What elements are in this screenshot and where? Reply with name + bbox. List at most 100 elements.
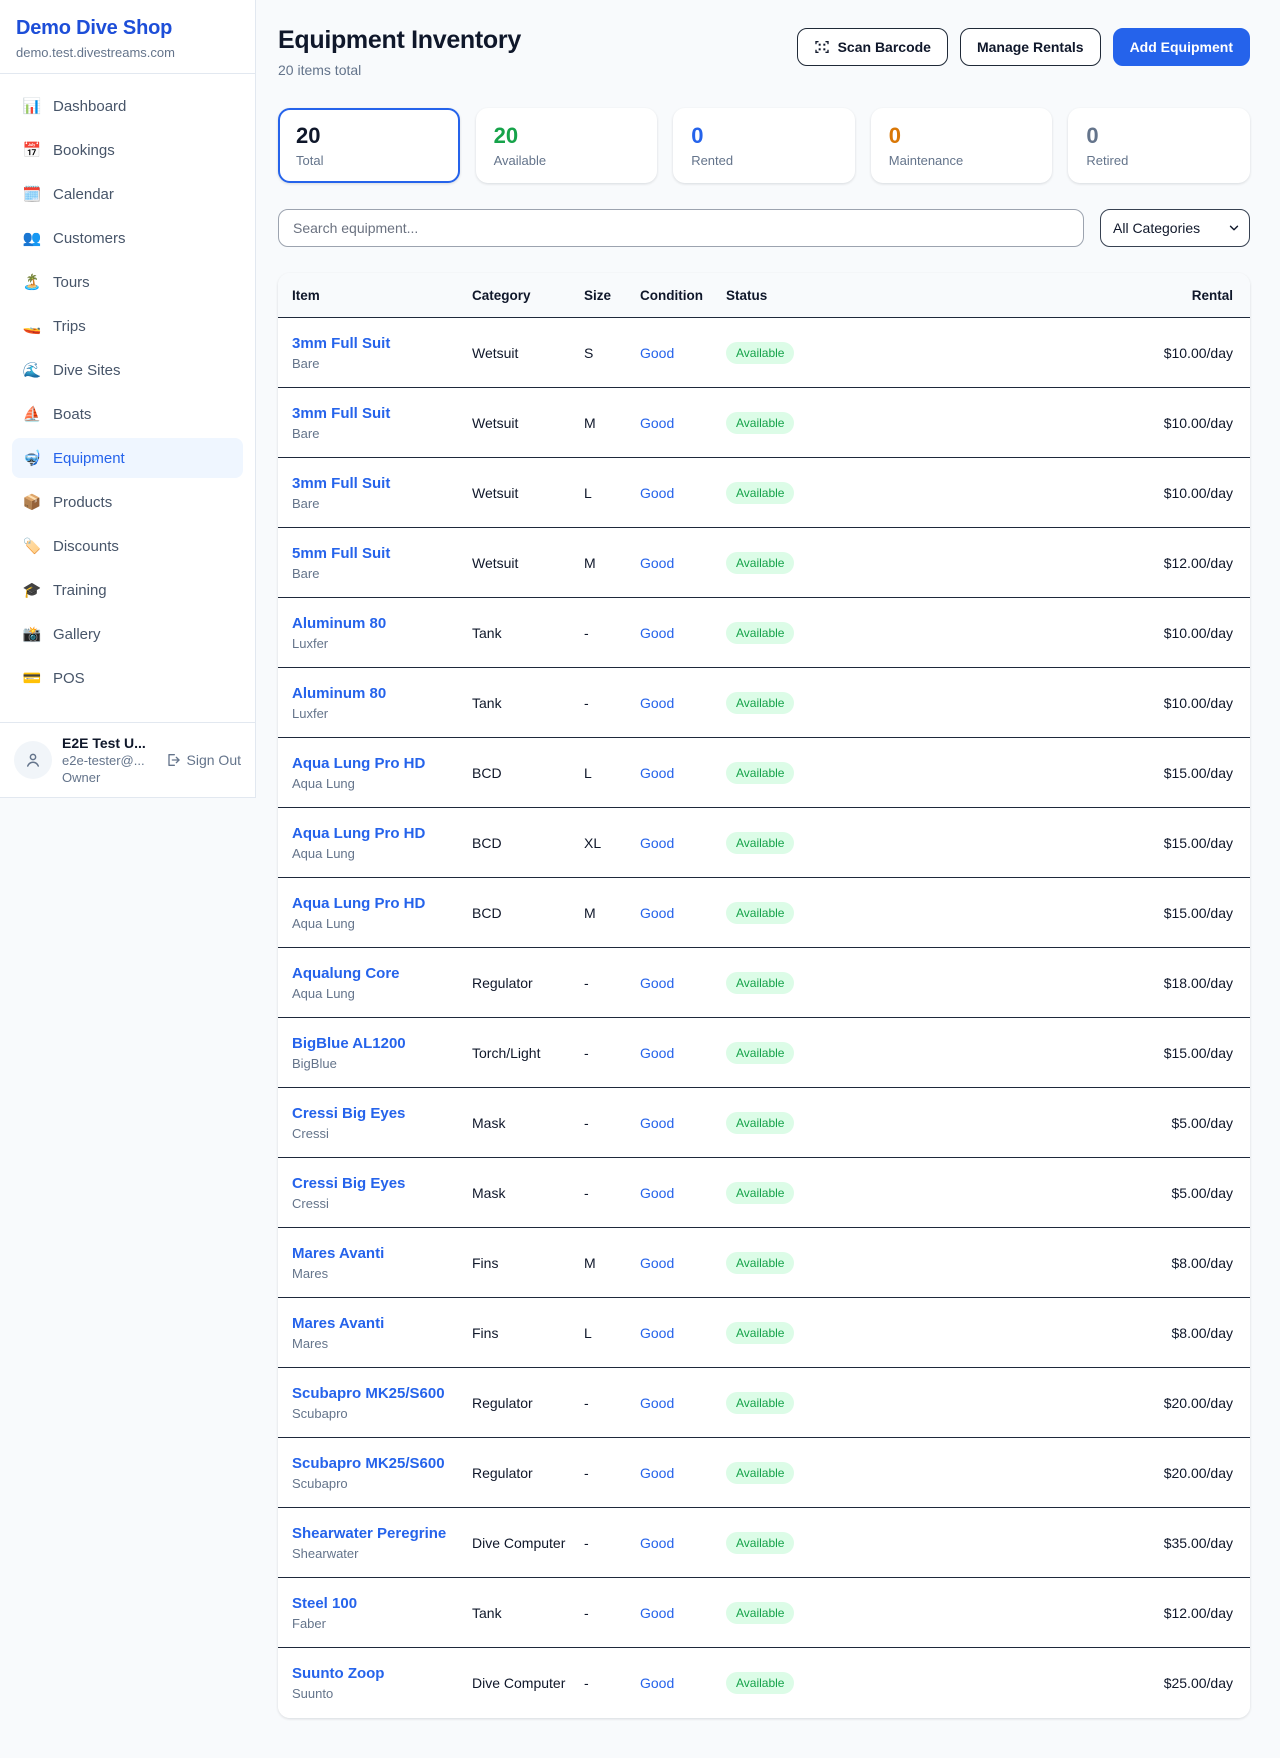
item-size: L [584, 485, 640, 501]
item-condition-link[interactable]: Good [640, 1535, 674, 1551]
item-size: M [584, 415, 640, 431]
table-row[interactable]: BigBlue AL1200 BigBlue Torch/Light - Goo… [278, 1018, 1250, 1088]
item-name-link[interactable]: Aluminum 80 [292, 615, 386, 632]
item-condition-link[interactable]: Good [640, 1395, 674, 1411]
table-row[interactable]: Mares Avanti Mares Fins L Good Available… [278, 1298, 1250, 1368]
table-row[interactable]: Aqua Lung Pro HD Aqua Lung BCD M Good Av… [278, 878, 1250, 948]
add-equipment-button[interactable]: Add Equipment [1113, 28, 1250, 66]
item-condition-link[interactable]: Good [640, 1185, 674, 1201]
item-rental: $8.00/day [1103, 1325, 1233, 1341]
sidebar-item[interactable]: 🚤 Trips [12, 306, 243, 346]
item-name-link[interactable]: Scubapro MK25/S600 [292, 1455, 445, 1472]
item-name-link[interactable]: Aqua Lung Pro HD [292, 895, 425, 912]
item-cell: BigBlue AL1200 BigBlue [292, 1035, 472, 1071]
sidebar-item[interactable]: 💳 POS [12, 658, 243, 698]
sidebar-item[interactable]: 🏝️ Tours [12, 262, 243, 302]
table-row[interactable]: Aqua Lung Pro HD Aqua Lung BCD L Good Av… [278, 738, 1250, 808]
item-name-link[interactable]: Mares Avanti [292, 1245, 384, 1262]
item-name-link[interactable]: 5mm Full Suit [292, 545, 390, 562]
item-name-link[interactable]: Cressi Big Eyes [292, 1105, 405, 1122]
item-condition-link[interactable]: Good [640, 765, 674, 781]
sidebar-item[interactable]: 📅 Bookings [12, 130, 243, 170]
item-size: - [584, 1185, 640, 1201]
item-name-link[interactable]: Suunto Zoop [292, 1665, 384, 1682]
stat-card[interactable]: 0 Rented [673, 108, 855, 183]
table-row[interactable]: Aluminum 80 Luxfer Tank - Good Available… [278, 668, 1250, 738]
table-row[interactable]: Aqualung Core Aqua Lung Regulator - Good… [278, 948, 1250, 1018]
item-rental: $5.00/day [1103, 1185, 1233, 1201]
scan-barcode-button[interactable]: Scan Barcode [797, 28, 948, 66]
item-brand: Aqua Lung [292, 986, 472, 1001]
item-condition-link[interactable]: Good [640, 1115, 674, 1131]
item-name-link[interactable]: Aqua Lung Pro HD [292, 755, 425, 772]
table-row[interactable]: 5mm Full Suit Bare Wetsuit M Good Availa… [278, 528, 1250, 598]
item-condition-link[interactable]: Good [640, 1605, 674, 1621]
item-size: - [584, 1115, 640, 1131]
item-condition-link[interactable]: Good [640, 555, 674, 571]
item-name-link[interactable]: Mares Avanti [292, 1315, 384, 1332]
stat-card[interactable]: 20 Available [476, 108, 658, 183]
item-condition-link[interactable]: Good [640, 1255, 674, 1271]
item-condition-link[interactable]: Good [640, 345, 674, 361]
item-name-link[interactable]: Cressi Big Eyes [292, 1175, 405, 1192]
item-name-link[interactable]: Aqua Lung Pro HD [292, 825, 425, 842]
item-name-link[interactable]: 3mm Full Suit [292, 475, 390, 492]
sign-out-button[interactable]: Sign Out [165, 752, 241, 768]
table-row[interactable]: Mares Avanti Mares Fins M Good Available… [278, 1228, 1250, 1298]
item-condition-link[interactable]: Good [640, 1465, 674, 1481]
sidebar-item[interactable]: 🎓 Training [12, 570, 243, 610]
sidebar-item-label: Trips [53, 318, 86, 335]
item-name-link[interactable]: Aqualung Core [292, 965, 400, 982]
item-condition-link[interactable]: Good [640, 625, 674, 641]
table-row[interactable]: Suunto Zoop Suunto Dive Computer - Good … [278, 1648, 1250, 1718]
sidebar-item[interactable]: ⛵ Boats [12, 394, 243, 434]
sidebar-item[interactable]: 📸 Gallery [12, 614, 243, 654]
item-name-link[interactable]: BigBlue AL1200 [292, 1035, 406, 1052]
search-input[interactable] [278, 209, 1084, 247]
item-name-link[interactable]: 3mm Full Suit [292, 405, 390, 422]
item-cell: Aqua Lung Pro HD Aqua Lung [292, 755, 472, 791]
sidebar-item[interactable]: 🌊 Dive Sites [12, 350, 243, 390]
item-condition-link[interactable]: Good [640, 695, 674, 711]
item-condition-link[interactable]: Good [640, 1325, 674, 1341]
table-row[interactable]: Cressi Big Eyes Cressi Mask - Good Avail… [278, 1158, 1250, 1228]
table-row[interactable]: 3mm Full Suit Bare Wetsuit M Good Availa… [278, 388, 1250, 458]
stat-card[interactable]: 0 Maintenance [871, 108, 1053, 183]
category-select[interactable]: All Categories [1100, 209, 1250, 247]
item-condition-link[interactable]: Good [640, 835, 674, 851]
table-row[interactable]: Scubapro MK25/S600 Scubapro Regulator - … [278, 1438, 1250, 1508]
table-row[interactable]: Shearwater Peregrine Shearwater Dive Com… [278, 1508, 1250, 1578]
sidebar-item[interactable]: 👥 Customers [12, 218, 243, 258]
table-row[interactable]: Aqua Lung Pro HD Aqua Lung BCD XL Good A… [278, 808, 1250, 878]
stat-card[interactable]: 0 Retired [1068, 108, 1250, 183]
item-name-link[interactable]: Steel 100 [292, 1595, 357, 1612]
sidebar-item[interactable]: 🗓️ Calendar [12, 174, 243, 214]
table-row[interactable]: Steel 100 Faber Tank - Good Available $1… [278, 1578, 1250, 1648]
table-row[interactable]: 3mm Full Suit Bare Wetsuit S Good Availa… [278, 318, 1250, 388]
sidebar-item[interactable]: 🏷️ Discounts [12, 526, 243, 566]
table-row[interactable]: Scubapro MK25/S600 Scubapro Regulator - … [278, 1368, 1250, 1438]
item-condition-link[interactable]: Good [640, 415, 674, 431]
item-condition-link[interactable]: Good [640, 485, 674, 501]
sidebar-item[interactable]: 📦 Products [12, 482, 243, 522]
item-status-cell: Available [726, 762, 1103, 784]
manage-rentals-button[interactable]: Manage Rentals [960, 28, 1101, 66]
stat-label: Total [296, 153, 442, 168]
item-condition-link[interactable]: Good [640, 1045, 674, 1061]
item-condition-link[interactable]: Good [640, 1675, 674, 1691]
status-badge: Available [726, 1042, 794, 1064]
table-row[interactable]: Aluminum 80 Luxfer Tank - Good Available… [278, 598, 1250, 668]
sidebar-item[interactable]: 🤿 Equipment [12, 438, 243, 478]
item-name-link[interactable]: 3mm Full Suit [292, 335, 390, 352]
stat-card[interactable]: 20 Total [278, 108, 460, 183]
sidebar-item-label: Boats [53, 406, 91, 423]
item-name-link[interactable]: Scubapro MK25/S600 [292, 1385, 445, 1402]
item-name-link[interactable]: Aluminum 80 [292, 685, 386, 702]
item-size: - [584, 1045, 640, 1061]
item-condition-link[interactable]: Good [640, 975, 674, 991]
item-condition-link[interactable]: Good [640, 905, 674, 921]
table-row[interactable]: Cressi Big Eyes Cressi Mask - Good Avail… [278, 1088, 1250, 1158]
table-row[interactable]: 3mm Full Suit Bare Wetsuit L Good Availa… [278, 458, 1250, 528]
sidebar-item[interactable]: 📊 Dashboard [12, 86, 243, 126]
item-name-link[interactable]: Shearwater Peregrine [292, 1525, 446, 1542]
